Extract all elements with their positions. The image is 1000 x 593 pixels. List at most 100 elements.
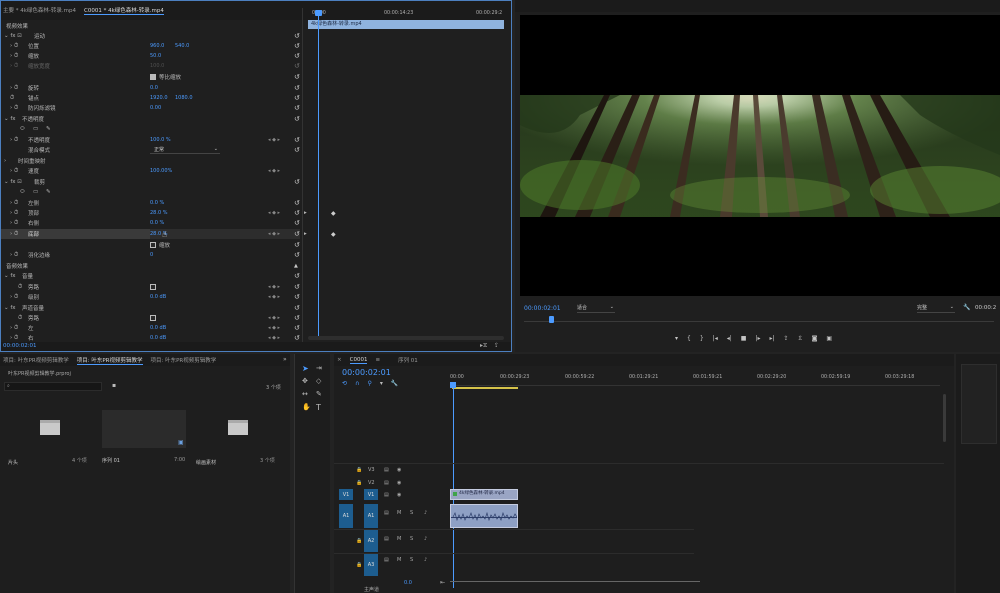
reset-icon[interactable]: ↺ xyxy=(294,42,300,50)
reset-icon[interactable]: ↺ xyxy=(294,283,300,291)
reset-icon[interactable]: ↺ xyxy=(294,136,300,144)
tab-project-2[interactable]: 项目: 叶东PR视频剪辑教学 xyxy=(76,356,143,365)
ec-playhead-head[interactable] xyxy=(315,10,322,16)
effect-opacity[interactable]: ⌄ fx 不透明度 ↺ xyxy=(0,114,300,124)
param-crop-left[interactable]: › ⏱ 左侧 0.0 % ↺ xyxy=(0,198,300,208)
ec-timecode[interactable]: 00:00:02:01 xyxy=(3,343,37,349)
stop-icon[interactable]: ■ xyxy=(741,335,747,345)
tab-project-3[interactable]: 项目: 叶东PR视频剪辑教学 xyxy=(151,356,217,364)
reset-icon[interactable]: ↺ xyxy=(294,334,300,342)
program-scrub-bar[interactable] xyxy=(524,319,994,322)
tab-c0001-sequence[interactable]: C0001 xyxy=(349,357,368,364)
step-back-icon[interactable]: ◂| xyxy=(727,335,732,345)
program-playhead[interactable] xyxy=(549,316,554,323)
effect-crop[interactable]: ⌄ fx ⊡ 裁剪 ↺ xyxy=(0,177,300,187)
reset-icon[interactable]: ↺ xyxy=(294,84,300,92)
param-channel-left[interactable]: › ⏱ 左 0.0 dB ◂ ◆ ▸ ↺ xyxy=(0,323,300,333)
go-to-in-icon[interactable]: |◂ xyxy=(713,335,718,345)
reset-icon[interactable]: ↺ xyxy=(294,293,300,301)
blend-mode-select[interactable]: 正常 ⌄ xyxy=(150,146,220,154)
close-icon[interactable]: × xyxy=(337,357,342,363)
snap-icon[interactable]: ∩ xyxy=(355,380,359,387)
param-feather[interactable]: › ⏱ 羽化边缘 0 ↺ xyxy=(0,250,300,260)
filter-icon[interactable]: ▸⧖ xyxy=(480,342,487,350)
uniform-scale-row[interactable]: 等比缩放 ↺ xyxy=(0,72,300,82)
slip-tool-icon[interactable]: ↔ xyxy=(302,390,308,398)
fit-select[interactable]: 适合 ⌄ xyxy=(577,304,615,313)
param-channel-bypass[interactable]: ⏱ 旁路 ◂ ◆ ▸ ↺ xyxy=(0,313,300,323)
param-rotation[interactable]: › ⏱ 旋转 0.0 ↺ xyxy=(0,83,300,93)
menu-icon[interactable]: ≡ xyxy=(375,357,380,363)
param-volume-level[interactable]: › ⏱ 级别 0.0 dB ◂ ◆ ▸ ↺ xyxy=(0,292,300,302)
mark-out-icon[interactable]: } xyxy=(700,335,704,345)
reset-icon[interactable]: ↺ xyxy=(294,241,300,249)
crop-zoom-checkbox[interactable] xyxy=(150,242,156,249)
extract-icon[interactable]: ⇫ xyxy=(798,335,803,345)
tab-source[interactable]: 主要 * 4k绿色森林-转录.mp4 xyxy=(3,6,76,14)
param-opacity[interactable]: › ⏱ 不透明度 100.0 % ◂ ◆ ▸ ↺ xyxy=(0,135,300,145)
camera-icon[interactable]: ◙ xyxy=(812,335,818,345)
type-tool-icon[interactable]: T xyxy=(316,403,321,412)
lift-icon[interactable]: ⇪ xyxy=(784,335,789,345)
bin-item[interactable]: 片头 4 个项 xyxy=(6,408,94,468)
reset-icon[interactable]: ↺ xyxy=(294,199,300,207)
ec-timeline-ruler[interactable]: 00:00 00:00:14:23 00:00:29:2 xyxy=(304,8,504,20)
ec-clip-bar[interactable]: 4k绿色森林-转录.mp4 xyxy=(308,20,504,29)
more-panels-icon[interactable]: » xyxy=(283,356,287,363)
source-patch-v1[interactable]: V1 xyxy=(339,489,353,500)
rect-mask-icon[interactable]: ▭ xyxy=(33,126,38,132)
param-scale[interactable]: › ⏱ 缩放 50.0 ↺ xyxy=(0,51,300,61)
program-video-frame[interactable] xyxy=(520,15,1000,296)
tab-sequence-01[interactable]: 序列 01 xyxy=(398,356,418,364)
program-timecode[interactable]: 00:00:02:01 xyxy=(524,305,561,312)
video-track-v3[interactable]: 🔒 V3 ▤ ◉ xyxy=(334,464,944,476)
source-patch-a1[interactable]: A1 xyxy=(339,504,353,528)
param-volume-bypass[interactable]: ⏱ 旁路 ◂ ◆ ▸ ↺ xyxy=(0,282,300,292)
reset-icon[interactable]: ↺ xyxy=(294,314,300,322)
sequence-item[interactable]: ▣ 序列 01 7:00 xyxy=(100,408,188,468)
param-speed[interactable]: › ⏱ 速度 100.00% ◂ ◆ ▸ xyxy=(0,166,300,176)
tab-c0001[interactable]: C0001 * 4k绿色森林-转录.mp4 xyxy=(84,6,164,15)
audio-track-a2[interactable]: 🔒 A2 ▤ M S ♪ xyxy=(334,530,944,552)
tab-project-1[interactable]: 项目: 叶东PR视频剪辑教学 xyxy=(3,356,69,364)
reset-icon[interactable]: ↺ xyxy=(294,304,300,312)
reset-icon[interactable]: ↺ xyxy=(294,104,300,112)
reset-icon[interactable]: ↺ xyxy=(294,230,300,238)
effect-channel-volume[interactable]: ⌄ fx 声道音量 ↺ xyxy=(0,303,300,313)
bypass-checkbox[interactable] xyxy=(150,315,156,322)
audio-track-a1[interactable]: A1 A1 ▤ M S ♪ xyxy=(334,504,944,528)
track-target-a3[interactable]: A3 xyxy=(364,554,378,576)
nest-icon[interactable]: ⟲ xyxy=(342,380,347,387)
reset-icon[interactable]: ↺ xyxy=(294,73,300,81)
rect-mask-icon[interactable]: ▭ xyxy=(33,189,38,195)
param-blend-mode[interactable]: 混合模式 正常 ⌄ ↺ xyxy=(0,145,300,155)
reset-icon[interactable]: ↺ xyxy=(294,251,300,259)
reset-icon[interactable]: ↺ xyxy=(294,209,300,217)
go-to-out-icon[interactable]: ▸| xyxy=(769,335,774,345)
uniform-scale-checkbox[interactable] xyxy=(150,74,156,81)
reset-icon[interactable]: ↺ xyxy=(294,178,300,186)
pen-tool-icon[interactable]: ✎ xyxy=(316,390,322,398)
reset-icon[interactable]: ↺ xyxy=(294,115,300,123)
keyframe-icon[interactable]: ◆ xyxy=(331,231,336,238)
param-crop-top[interactable]: › ⏱ 顶部 28.0 % ◂ ◆ ▸ ↺ ▸ xyxy=(0,208,307,218)
project-search-input[interactable]: ⌕ xyxy=(4,382,102,391)
step-forward-icon[interactable]: |▸ xyxy=(755,335,760,345)
effect-volume[interactable]: ⌄ fx 音量 ↺ xyxy=(0,271,300,281)
effect-motion[interactable]: ⌄ fx ⊡ 运动 ↺ xyxy=(0,31,300,41)
param-position[interactable]: › ⏱ 位置 960.0 540.0 ↺ xyxy=(0,41,300,51)
reset-icon[interactable]: ↺ xyxy=(294,219,300,227)
settings-wrench-icon[interactable]: 🔧 xyxy=(963,304,970,311)
ripple-edit-icon[interactable]: ✥ xyxy=(302,377,308,385)
ec-playhead[interactable] xyxy=(318,10,319,340)
compare-icon[interactable]: ▣ xyxy=(826,335,832,345)
ellipse-mask-icon[interactable]: ⬭ xyxy=(20,126,25,133)
timeline-timecode[interactable]: 00:00:02:01 xyxy=(342,368,391,377)
quality-select[interactable]: 完整 ⌄ xyxy=(917,304,955,313)
video-clip[interactable]: 4k绿色森林-转录.mp4 xyxy=(450,489,518,500)
audio-clip[interactable] xyxy=(450,504,518,528)
keyframe-icon[interactable]: ◆ xyxy=(331,210,336,217)
track-select-icon[interactable]: ⇥ xyxy=(316,364,322,372)
reset-icon[interactable]: ↺ xyxy=(294,52,300,60)
add-marker-icon[interactable]: ▾ xyxy=(675,335,678,345)
